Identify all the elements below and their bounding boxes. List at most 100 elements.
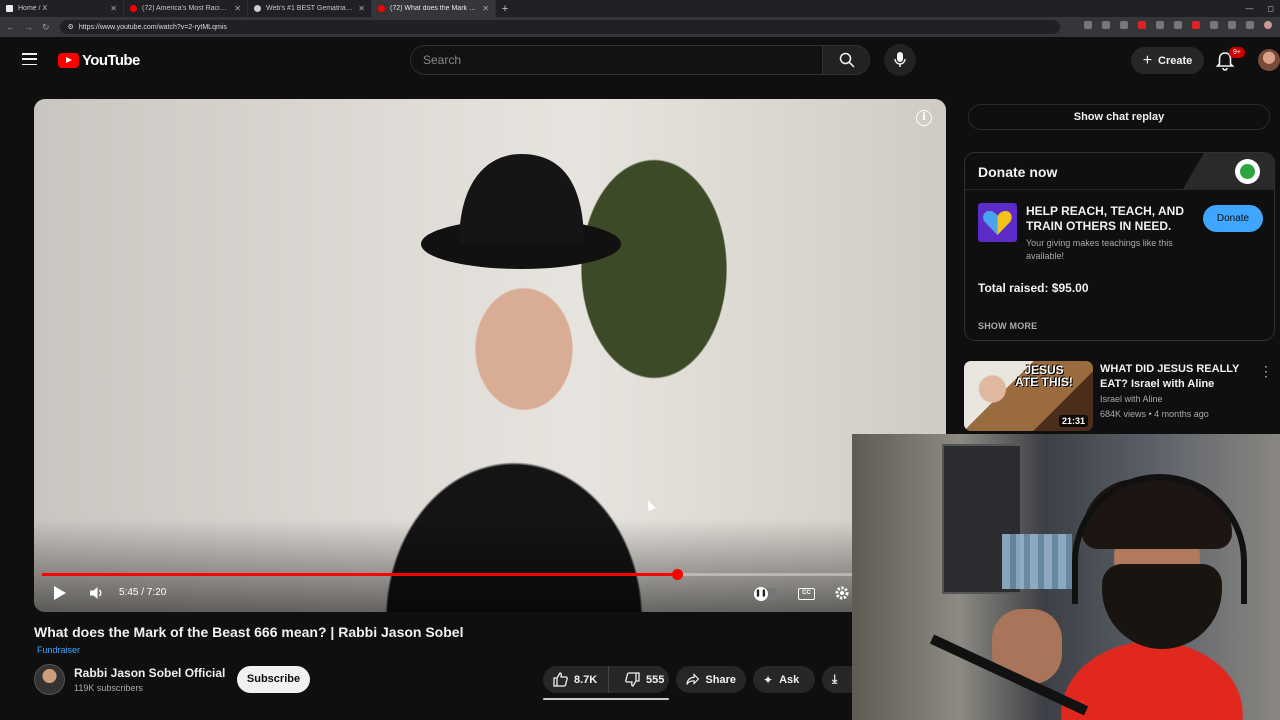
- create-button[interactable]: + Create: [1131, 47, 1204, 74]
- giving-logo-icon: [1235, 159, 1260, 184]
- video-player[interactable]: i 5:45 / 7:20 ❚❚ CC: [34, 99, 946, 612]
- donate-card: Donate now HELP REACH, TEACH, AND TRAIN …: [964, 152, 1275, 341]
- browser-tab-youtube-active[interactable]: (72) What does the Mark of the ✕: [372, 0, 496, 17]
- extension-icon[interactable]: [1156, 21, 1164, 29]
- share-label: Share: [705, 673, 736, 686]
- total-raised: Total raised: $95.00: [978, 281, 1089, 295]
- zoom-icon[interactable]: [1102, 21, 1110, 29]
- timecode: 5:45 / 7:20: [119, 587, 167, 598]
- extension-icons: [1084, 21, 1272, 29]
- donate-headline: HELP REACH, TEACH, AND TRAIN OTHERS IN N…: [1026, 204, 1185, 233]
- youtube-favicon-icon: [378, 5, 385, 12]
- recommended-video[interactable]: JESUS ATE THIS! 21:31 WHAT DID JESUS REA…: [964, 360, 1280, 431]
- logo-text: YouTube: [82, 52, 140, 69]
- ask-label: Ask: [779, 673, 800, 686]
- browser-tab-bar: Home / X ✕ (72) America's Most Racist Ma…: [0, 0, 1280, 17]
- browser-nav: ← → ↻: [0, 22, 50, 33]
- pause-icon: ❚❚: [754, 587, 768, 601]
- progress-fill: [42, 573, 678, 576]
- gematria-favicon-icon: [254, 5, 261, 12]
- share-button[interactable]: Share: [676, 666, 746, 693]
- tab-close-icon[interactable]: ✕: [110, 4, 117, 13]
- heart-globe-icon: [978, 203, 1017, 242]
- webcam-bottles: [1002, 534, 1072, 589]
- extension-icon[interactable]: [1246, 21, 1254, 29]
- channel-name[interactable]: Rabbi Jason Sobel Official: [74, 666, 225, 680]
- captions-button[interactable]: CC: [798, 588, 815, 600]
- scrubber-handle[interactable]: [672, 569, 684, 580]
- profile-icon[interactable]: [1264, 21, 1272, 29]
- url-field[interactable]: ⚙ https://www.youtube.com/watch?v=2-rytM…: [59, 20, 1060, 34]
- video-frame-hat: [421, 154, 621, 269]
- show-chat-replay-button[interactable]: Show chat replay: [968, 104, 1270, 130]
- ask-button[interactable]: ✦ Ask: [753, 666, 815, 693]
- tab-title: Home / X: [18, 5, 48, 12]
- settings-gear-icon[interactable]: [834, 585, 850, 601]
- youtube-logo[interactable]: YouTube: [58, 52, 140, 69]
- search-input[interactable]: Search: [410, 45, 823, 75]
- puzzle-icon[interactable]: [1228, 21, 1236, 29]
- dislike-button[interactable]: 555: [615, 666, 664, 693]
- tab-title: (72) What does the Mark of the: [390, 5, 478, 12]
- extension-icon[interactable]: [1210, 21, 1218, 29]
- channel-avatar[interactable]: [34, 664, 65, 695]
- browser-tab-gematria[interactable]: Web's #1 BEST Gematria Calcul ✕: [248, 0, 372, 17]
- more-options-icon[interactable]: · · ·: [1264, 360, 1268, 382]
- notification-badge: 9+: [1229, 47, 1245, 58]
- tab-title: Web's #1 BEST Gematria Calcul: [266, 5, 353, 12]
- donate-description: Your giving makes teachings like this av…: [1026, 238, 1173, 261]
- forward-icon[interactable]: →: [24, 22, 33, 33]
- screen: Home / X ✕ (72) America's Most Racist Ma…: [0, 0, 1280, 720]
- like-count: 8.7K: [574, 673, 598, 686]
- new-tab-icon[interactable]: +: [496, 3, 514, 15]
- voice-search-button[interactable]: [884, 44, 916, 76]
- extension-red-icon[interactable]: [1138, 21, 1146, 29]
- site-info-icon[interactable]: ⚙: [68, 23, 74, 31]
- maximize-icon[interactable]: ◻: [1267, 0, 1274, 17]
- show-more-link[interactable]: SHOW MORE: [978, 321, 1037, 331]
- dislike-count: 555: [646, 673, 665, 686]
- video-duration: 21:31: [1058, 415, 1088, 427]
- thumbs-down-icon: [625, 672, 640, 687]
- url-text: https://www.youtube.com/watch?v=2-rytMLq…: [78, 23, 227, 31]
- subscriber-count: 119K subscribers: [74, 683, 143, 693]
- autoplay-toggle[interactable]: ❚❚: [754, 587, 778, 601]
- thumbs-up-icon: [553, 672, 568, 687]
- webcam-overlay: [852, 434, 1280, 720]
- recommended-title[interactable]: WHAT DID JESUS REALLY EAT? Israel with A…: [1100, 362, 1265, 392]
- donate-title: Donate now: [978, 164, 1058, 180]
- volume-icon[interactable]: [89, 586, 105, 600]
- browser-tab-x[interactable]: Home / X ✕: [0, 0, 124, 17]
- progress-bar[interactable]: [42, 569, 852, 580]
- like-button-underline: [543, 698, 669, 700]
- search-button[interactable]: [823, 45, 870, 75]
- install-icon[interactable]: [1084, 21, 1092, 29]
- window-controls: — ◻: [1245, 0, 1274, 17]
- youtube-favicon-icon: [130, 5, 137, 12]
- extension-red-icon[interactable]: [1192, 21, 1200, 29]
- tab-close-icon[interactable]: ✕: [234, 4, 241, 13]
- reload-icon[interactable]: ↻: [42, 22, 50, 33]
- info-icon[interactable]: i: [916, 110, 932, 126]
- share-arrow-icon: [686, 673, 700, 685]
- like-dislike-group: 8.7K 555: [543, 666, 669, 693]
- back-icon[interactable]: ←: [6, 22, 15, 33]
- donate-button[interactable]: Donate: [1203, 205, 1263, 232]
- recommended-channel[interactable]: Israel with Aline: [1100, 394, 1163, 404]
- play-icon[interactable]: [54, 586, 66, 600]
- account-avatar[interactable]: [1258, 49, 1280, 71]
- tab-close-icon[interactable]: ✕: [482, 4, 489, 13]
- bookmark-star-icon[interactable]: [1120, 21, 1128, 29]
- tab-close-icon[interactable]: ✕: [358, 4, 365, 13]
- fundraiser-badge[interactable]: Fundraiser: [37, 645, 80, 655]
- subscribe-button[interactable]: Subscribe: [237, 666, 310, 693]
- extension-icon[interactable]: [1174, 21, 1182, 29]
- minimize-icon[interactable]: —: [1245, 0, 1253, 17]
- create-label: Create: [1158, 54, 1193, 67]
- microphone-icon: [894, 52, 906, 67]
- browser-tab-youtube-1[interactable]: (72) America's Most Racist Man ✕: [124, 0, 248, 17]
- video-thumbnail[interactable]: JESUS ATE THIS! 21:31: [964, 361, 1093, 431]
- like-button[interactable]: 8.7K: [543, 666, 609, 693]
- sparkle-icon: ✦: [763, 672, 774, 687]
- menu-icon[interactable]: [22, 53, 37, 65]
